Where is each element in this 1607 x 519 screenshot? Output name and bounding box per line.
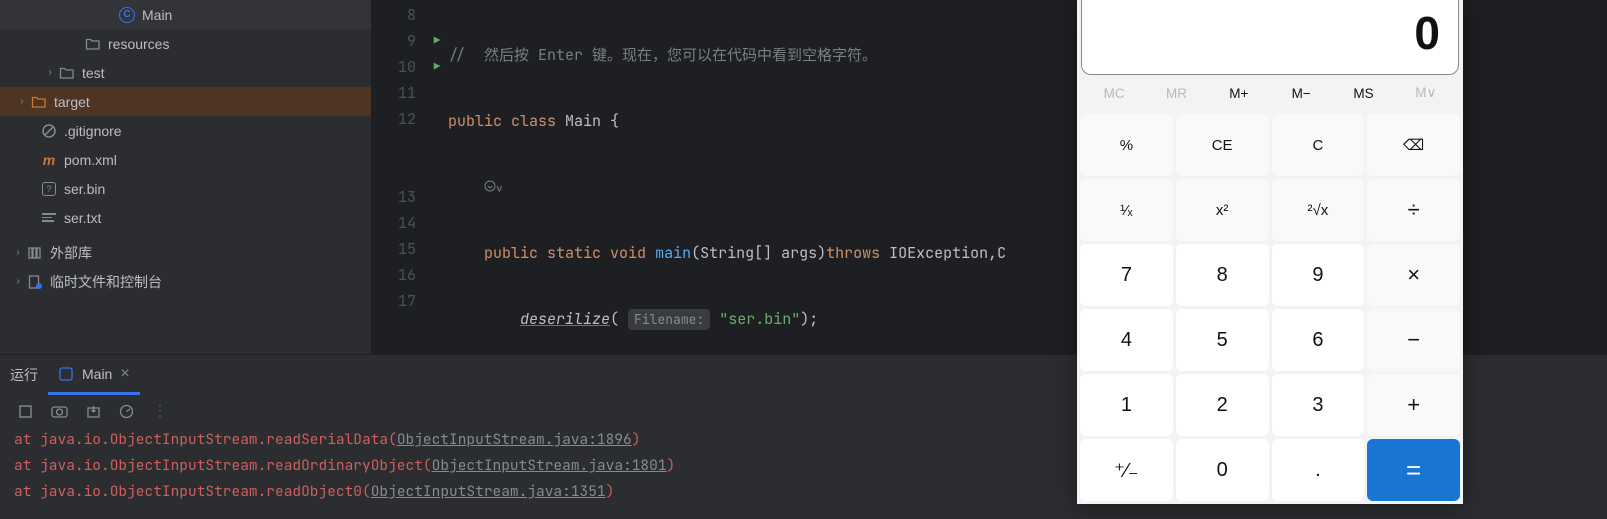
key-recip[interactable]: ¹⁄ₓ	[1080, 179, 1173, 241]
key-1[interactable]: 1	[1080, 374, 1173, 436]
line-num	[371, 158, 426, 184]
export-icon[interactable]	[86, 404, 101, 419]
tree-label: resources	[108, 36, 169, 52]
code-comment: // 然后按 Enter 键。现在，您可以在代码中看到空格字符。	[448, 45, 877, 65]
stack-link[interactable]: ObjectInputStream.java:1351	[371, 482, 606, 501]
line-num: 12	[371, 106, 426, 132]
library-icon	[26, 245, 44, 261]
text-file-icon	[40, 213, 58, 222]
key-c[interactable]: C	[1272, 114, 1365, 176]
profiler-icon[interactable]	[119, 404, 134, 419]
tree-label: target	[54, 94, 90, 110]
key-4[interactable]: 4	[1080, 309, 1173, 371]
key-sub[interactable]: −	[1367, 309, 1460, 371]
key-sqrt[interactable]: ²√x	[1272, 179, 1365, 241]
tree-file-pom[interactable]: m pom.xml	[0, 145, 371, 174]
tab-label: Main	[82, 366, 112, 382]
tree-folder-resources[interactable]: resources	[0, 29, 371, 58]
key-percent[interactable]: %	[1080, 114, 1173, 176]
line-num: 9	[371, 28, 426, 54]
line-num: 17	[371, 288, 426, 314]
param-hint: Filename:	[628, 309, 710, 330]
line-num: 16	[371, 262, 426, 288]
key-7[interactable]: 7	[1080, 244, 1173, 306]
tree-folder-test[interactable]: › test	[0, 58, 371, 87]
key-mul[interactable]: ×	[1367, 244, 1460, 306]
unknown-file-icon: ?	[40, 182, 58, 196]
mem-mc: MC	[1083, 86, 1145, 101]
folder-icon	[58, 65, 76, 81]
folder-icon	[84, 36, 102, 52]
line-num: 15	[371, 236, 426, 262]
close-icon[interactable]: ×	[120, 365, 129, 383]
tree-label: test	[82, 65, 105, 81]
key-0[interactable]: 0	[1176, 439, 1269, 501]
calc-keypad: % CE C ⌫ ¹⁄ₓ x² ²√x ÷ 7 8 9 × 4 5 6 − 1 …	[1077, 111, 1463, 504]
marker-column[interactable]: ▶ ▶	[426, 0, 448, 354]
key-6[interactable]: 6	[1272, 309, 1365, 371]
tree-file-serbin[interactable]: ? ser.bin	[0, 174, 371, 203]
key-add[interactable]: +	[1367, 374, 1460, 436]
maven-icon: m	[40, 152, 58, 168]
line-num	[371, 132, 426, 158]
line-gutter[interactable]: 8 9 10 11 12 13 14 15 16 17	[371, 0, 426, 354]
line-num: 11	[371, 80, 426, 106]
key-3[interactable]: 3	[1272, 374, 1365, 436]
tree-folder-target[interactable]: › target	[0, 87, 371, 116]
tree-label: pom.xml	[64, 152, 117, 168]
tree-file-sertxt[interactable]: ser.txt	[0, 203, 371, 232]
override-icon	[484, 180, 496, 192]
screenshot-icon[interactable]	[51, 404, 68, 419]
stack-link[interactable]: ObjectInputStream.java:1896	[397, 430, 632, 449]
chevron-right-icon: ›	[42, 67, 58, 78]
key-back[interactable]: ⌫	[1367, 114, 1460, 176]
key-9[interactable]: 9	[1272, 244, 1365, 306]
mem-mlist: M∨	[1395, 85, 1457, 101]
mem-ms[interactable]: MS	[1332, 86, 1394, 101]
key-8[interactable]: 8	[1176, 244, 1269, 306]
tree-label: ser.bin	[64, 181, 105, 197]
key-dot[interactable]: .	[1272, 439, 1365, 501]
tree-label: 临时文件和控制台	[50, 272, 162, 292]
mem-mplus[interactable]: M+	[1208, 86, 1270, 101]
tree-label: .gitignore	[64, 123, 122, 139]
stack-link[interactable]: ObjectInputStream.java:1801	[432, 456, 667, 475]
tree-label: Main	[142, 7, 172, 23]
run-gutter-icon[interactable]: ▶	[434, 34, 441, 48]
tree-file-gitignore[interactable]: .gitignore	[0, 116, 371, 145]
key-ce[interactable]: CE	[1176, 114, 1269, 176]
key-negate[interactable]: ⁺⁄₋	[1080, 439, 1173, 501]
tree-label: 外部库	[50, 243, 92, 263]
calc-display: 0	[1081, 0, 1459, 75]
tree-class-main[interactable]: C Main	[0, 0, 371, 29]
key-square[interactable]: x²	[1176, 179, 1269, 241]
key-2[interactable]: 2	[1176, 374, 1269, 436]
gitignore-icon	[40, 123, 58, 139]
folder-icon	[30, 94, 48, 110]
run-tab-main[interactable]: Main ×	[48, 355, 140, 395]
line-num: 10	[371, 54, 426, 80]
scratches[interactable]: › 临时文件和控制台	[0, 267, 371, 296]
mem-mminus[interactable]: M−	[1270, 86, 1332, 101]
chevron-right-icon: ›	[10, 276, 26, 287]
memory-row: MC MR M+ M− MS M∨	[1077, 75, 1463, 111]
stop-icon[interactable]	[18, 404, 33, 419]
line-num: 13	[371, 184, 426, 210]
key-5[interactable]: 5	[1176, 309, 1269, 371]
run-tool-label[interactable]: 运行	[0, 365, 48, 385]
scratch-icon	[26, 274, 44, 290]
calculator-window[interactable]: 0 MC MR M+ M− MS M∨ % CE C ⌫ ¹⁄ₓ x² ²√x …	[1077, 0, 1463, 504]
run-config-icon	[58, 366, 74, 382]
line-num: 14	[371, 210, 426, 236]
tree-label: ser.txt	[64, 210, 101, 226]
chevron-right-icon: ›	[14, 96, 30, 107]
class-icon: C	[118, 7, 136, 23]
external-libraries[interactable]: › 外部库	[0, 238, 371, 267]
key-equals[interactable]: =	[1367, 439, 1460, 501]
mem-mr: MR	[1145, 86, 1207, 101]
line-num: 8	[371, 2, 426, 28]
key-div[interactable]: ÷	[1367, 179, 1460, 241]
run-gutter-icon[interactable]: ▶	[434, 60, 441, 74]
chevron-right-icon: ›	[10, 247, 26, 258]
